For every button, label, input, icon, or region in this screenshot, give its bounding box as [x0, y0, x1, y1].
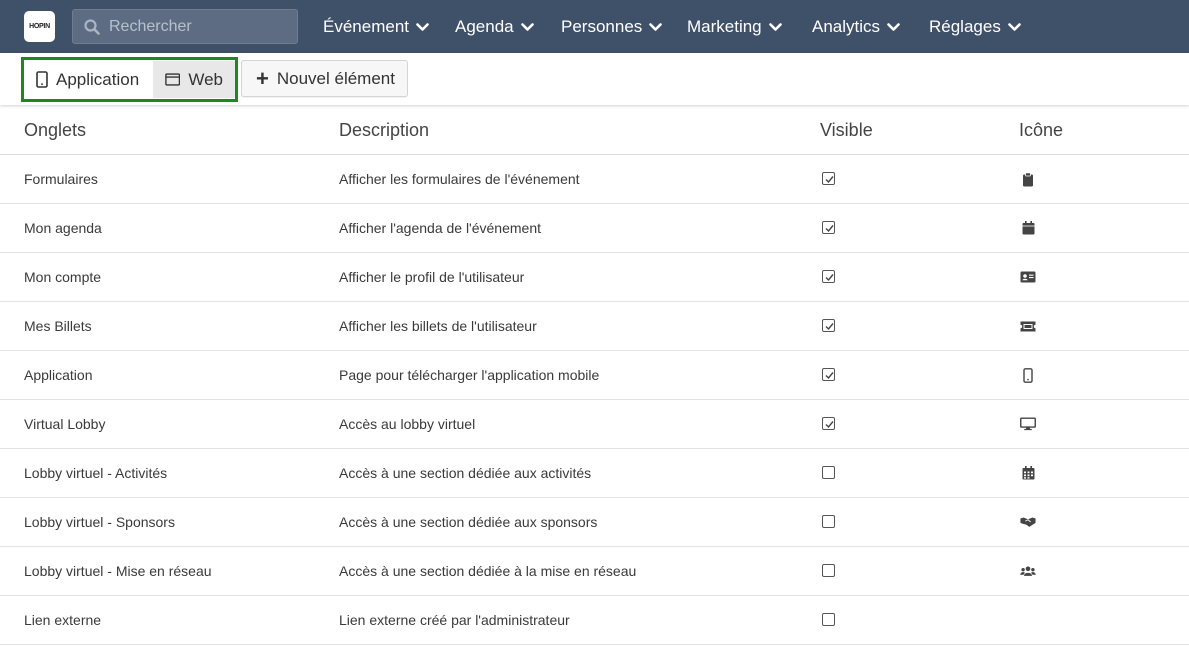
- visible-checkbox-checked[interactable]: [822, 270, 835, 283]
- mobile-icon: [36, 71, 48, 88]
- tabs-table: Onglets Description Visible Icône Formul…: [0, 105, 1189, 645]
- visible-checkbox-checked[interactable]: [822, 368, 835, 381]
- nav-menu-4[interactable]: Analytics: [812, 0, 900, 53]
- table-row[interactable]: Lobby virtuel - Mise en réseau Accès à un…: [0, 547, 1189, 596]
- visible-checkbox-checked[interactable]: [822, 172, 835, 185]
- users-icon: [1020, 563, 1036, 579]
- nav-menu-label: Marketing: [687, 16, 762, 36]
- visible-checkbox-unchecked[interactable]: [822, 564, 835, 577]
- id-card-icon: [1020, 269, 1036, 285]
- browser-window-icon: [165, 73, 181, 86]
- platform-toggle-group: Application Web: [21, 57, 238, 102]
- table-row[interactable]: Formulaires Afficher les formulaires de l…: [0, 155, 1189, 204]
- table-body: Formulaires Afficher les formulaires de l…: [0, 155, 1189, 645]
- chevron-down-icon: [416, 17, 429, 37]
- visible-checkbox-checked[interactable]: [822, 319, 835, 332]
- tab-name-cell: Application: [24, 367, 93, 383]
- table-row[interactable]: Application Page pour télécharger l'appli…: [0, 351, 1189, 400]
- nav-menu-label: Réglages: [929, 16, 1001, 36]
- new-element-button[interactable]: + Nouvel élément: [241, 60, 408, 97]
- nav-menu-label: Agenda: [455, 16, 514, 36]
- visible-checkbox-unchecked[interactable]: [822, 466, 835, 479]
- calendar-icon: [1020, 220, 1036, 236]
- chevron-down-icon: [649, 17, 663, 37]
- tab-name-cell: Formulaires: [24, 171, 98, 187]
- tab-name-cell: Lobby virtuel - Activités: [24, 465, 168, 481]
- new-element-label: Nouvel élément: [276, 68, 395, 88]
- toolbar: Application Web + Nouvel élément: [0, 53, 1189, 105]
- tab-description-cell: Accès à une section dédiée à la mise en …: [339, 563, 637, 579]
- nav-menu-label: Personnes: [561, 16, 643, 36]
- tab-name-cell: Lien externe: [24, 612, 102, 628]
- tab-description-cell: Afficher le profil de l'utilisateur: [339, 269, 525, 285]
- nav-menu-label: Analytics: [812, 16, 881, 36]
- tab-description-cell: Afficher les billets de l'utilisateur: [339, 318, 537, 334]
- column-header-visible[interactable]: Visible: [820, 105, 873, 155]
- clipboard-icon: [1020, 171, 1036, 187]
- nav-menu-2[interactable]: Personnes: [561, 0, 663, 53]
- tab-description-cell: Afficher les formulaires de l'événement: [339, 171, 580, 187]
- plus-icon: +: [256, 65, 269, 91]
- tab-name-cell: Lobby virtuel - Mise en réseau: [24, 563, 212, 579]
- search-input[interactable]: [109, 17, 279, 36]
- search-box[interactable]: [72, 9, 298, 44]
- table-row[interactable]: Lobby virtuel - Activités Accès à une sec…: [0, 449, 1189, 498]
- tab-description-cell: Afficher l'agenda de l'événement: [339, 220, 542, 236]
- web-toggle-button[interactable]: Web: [153, 61, 235, 98]
- chevron-down-icon: [520, 17, 534, 37]
- column-header-description[interactable]: Description: [339, 105, 429, 155]
- table-row[interactable]: Mes Billets Afficher les billets de l'uti…: [0, 302, 1189, 351]
- nav-menu-1[interactable]: Agenda: [455, 0, 534, 53]
- application-toggle-label: Application: [56, 69, 140, 89]
- tab-description-cell: Accès à une section dédiée aux activités: [339, 465, 592, 481]
- logo-text: HOPIN: [29, 23, 50, 30]
- mobile-icon: [1020, 367, 1036, 383]
- search-icon: [84, 18, 100, 35]
- tab-description-cell: Accès au lobby virtuel: [339, 416, 476, 432]
- chevron-down-icon: [887, 17, 900, 37]
- chevron-down-icon: [1008, 17, 1021, 37]
- application-toggle-button[interactable]: Application: [24, 61, 153, 98]
- tab-description-cell: Page pour télécharger l'application mobi…: [339, 367, 600, 383]
- visible-checkbox-checked[interactable]: [822, 417, 835, 430]
- handshake-icon: [1020, 514, 1036, 530]
- nav-menu-5[interactable]: Réglages: [929, 0, 1021, 53]
- table-row[interactable]: Lien externe Lien externe créé par l'admi…: [0, 596, 1189, 645]
- table-row[interactable]: Lobby virtuel - Sponsors Accès à une sect…: [0, 498, 1189, 547]
- visible-checkbox-unchecked[interactable]: [822, 613, 835, 626]
- table-row[interactable]: Mon compte Afficher le profil de l'utilis…: [0, 253, 1189, 302]
- tab-description-cell: Lien externe créé par l'administrateur: [339, 612, 570, 628]
- desktop-icon: [1020, 416, 1036, 432]
- visible-checkbox-unchecked[interactable]: [822, 515, 835, 528]
- top-navbar: HOPIN Événement Agenda Personnes Marketing A…: [0, 0, 1189, 53]
- calendar-grid-icon: [1020, 465, 1036, 481]
- tab-description-cell: Accès à une section dédiée aux sponsors: [339, 514, 598, 530]
- tab-name-cell: Lobby virtuel - Sponsors: [24, 514, 175, 530]
- visible-checkbox-checked[interactable]: [822, 221, 835, 234]
- app-logo[interactable]: HOPIN: [24, 11, 55, 42]
- table-header: Onglets Description Visible Icône: [0, 105, 1189, 155]
- tab-name-cell: Mon compte: [24, 269, 102, 285]
- tab-name-cell: Mes Billets: [24, 318, 92, 334]
- ticket-icon: [1020, 318, 1036, 334]
- nav-menu-3[interactable]: Marketing: [687, 0, 782, 53]
- column-header-icon[interactable]: Icône: [1019, 105, 1063, 155]
- tab-name-cell: Virtual Lobby: [24, 416, 106, 432]
- tab-name-cell: Mon agenda: [24, 220, 102, 236]
- nav-menu-0[interactable]: Événement: [323, 0, 429, 53]
- web-toggle-label: Web: [188, 69, 223, 89]
- column-header-tabs[interactable]: Onglets: [24, 105, 86, 155]
- nav-menu-label: Événement: [323, 16, 409, 36]
- chevron-down-icon: [768, 17, 782, 37]
- table-row[interactable]: Virtual Lobby Accès au lobby virtuel: [0, 400, 1189, 449]
- table-row[interactable]: Mon agenda Afficher l'agenda de l'événeme…: [0, 204, 1189, 253]
